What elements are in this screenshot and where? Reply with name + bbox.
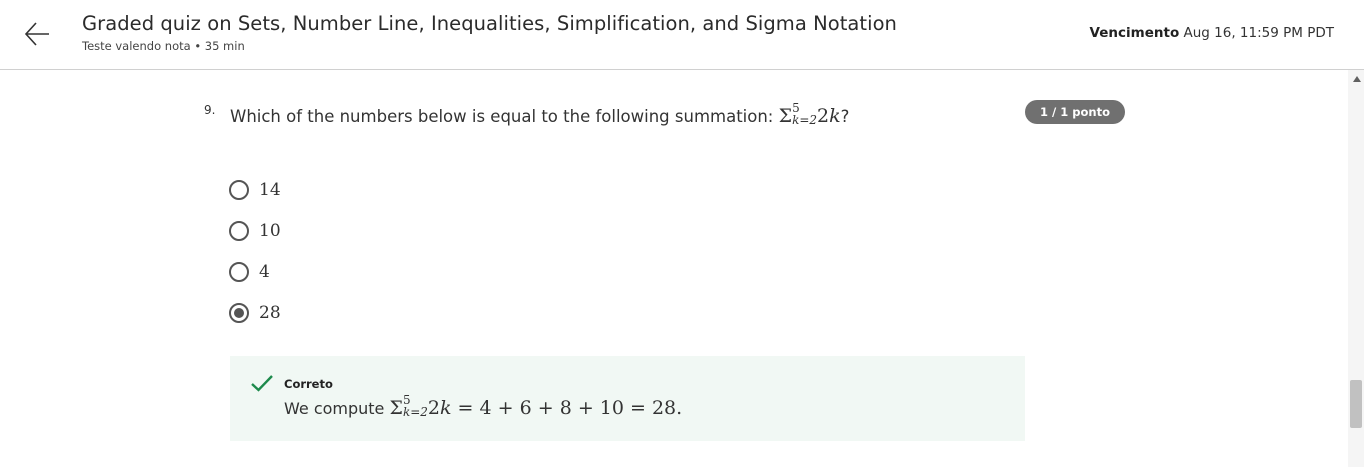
radio-button[interactable] xyxy=(229,180,249,200)
feedback-panel: Correto We compute Σ 5 k=2 2k = 4 + 6 + 8 +… xyxy=(230,356,1025,441)
check-icon xyxy=(251,375,273,392)
feedback-explanation: We compute Σ 5 k=2 2k = 4 + 6 + 8 + 10 = 28… xyxy=(284,394,683,421)
sigma-lower: k=2 xyxy=(792,113,818,127)
option-label: 14 xyxy=(259,180,281,200)
formula-var: k xyxy=(829,105,841,127)
formula-result: = 4 + 6 + 8 + 10 = 28. xyxy=(451,397,683,419)
feedback-status: Correto xyxy=(284,377,333,391)
formula-coef: 2 xyxy=(817,105,830,127)
arrow-left-icon[interactable] xyxy=(22,18,54,50)
due-value: Aug 16, 11:59 PM PDT xyxy=(1183,25,1334,41)
radio-button[interactable] xyxy=(229,221,249,241)
quiz-header: Graded quiz on Sets, Number Line, Inequa… xyxy=(0,0,1364,70)
question-prompt: Which of the numbers below is equal to t… xyxy=(230,107,774,126)
points-badge: 1 / 1 ponto xyxy=(1025,100,1125,124)
radio-button[interactable] xyxy=(229,262,249,282)
question-end: ? xyxy=(840,107,850,126)
sigma-symbol: Σ xyxy=(778,105,793,127)
due-date: Vencimento Aug 16, 11:59 PM PDT xyxy=(1090,25,1334,41)
sigma-lower: k=2 xyxy=(402,405,428,419)
option-label: 4 xyxy=(259,262,270,282)
feedback-formula: Σ 5 k=2 2k = 4 + 6 + 8 + 10 = 28. xyxy=(389,394,683,419)
question-number: 9. xyxy=(204,103,216,117)
option-label: 28 xyxy=(259,303,281,323)
quiz-title: Graded quiz on Sets, Number Line, Inequa… xyxy=(82,12,897,35)
scroll-up-arrow-icon[interactable] xyxy=(1353,76,1361,82)
option-2[interactable]: 10 xyxy=(229,219,281,243)
due-label: Vencimento xyxy=(1089,25,1180,41)
radio-button-selected[interactable] xyxy=(229,303,249,323)
option-4[interactable]: 28 xyxy=(229,301,281,325)
feedback-prefix: We compute xyxy=(284,399,385,418)
sigma-symbol: Σ xyxy=(389,397,403,419)
question-formula: Σ 5 k=2 2k xyxy=(778,102,841,127)
option-1[interactable]: 14 xyxy=(229,178,281,202)
formula-var: k xyxy=(440,397,452,419)
scrollbar[interactable] xyxy=(1348,70,1364,467)
formula-coef: 2 xyxy=(427,397,440,419)
option-label: 10 xyxy=(259,221,281,241)
quiz-subtitle: Teste valendo nota • 35 min xyxy=(82,39,245,53)
option-3[interactable]: 4 xyxy=(229,260,270,284)
question-text: Which of the numbers below is equal to t… xyxy=(230,102,850,129)
scroll-thumb[interactable] xyxy=(1350,380,1362,428)
